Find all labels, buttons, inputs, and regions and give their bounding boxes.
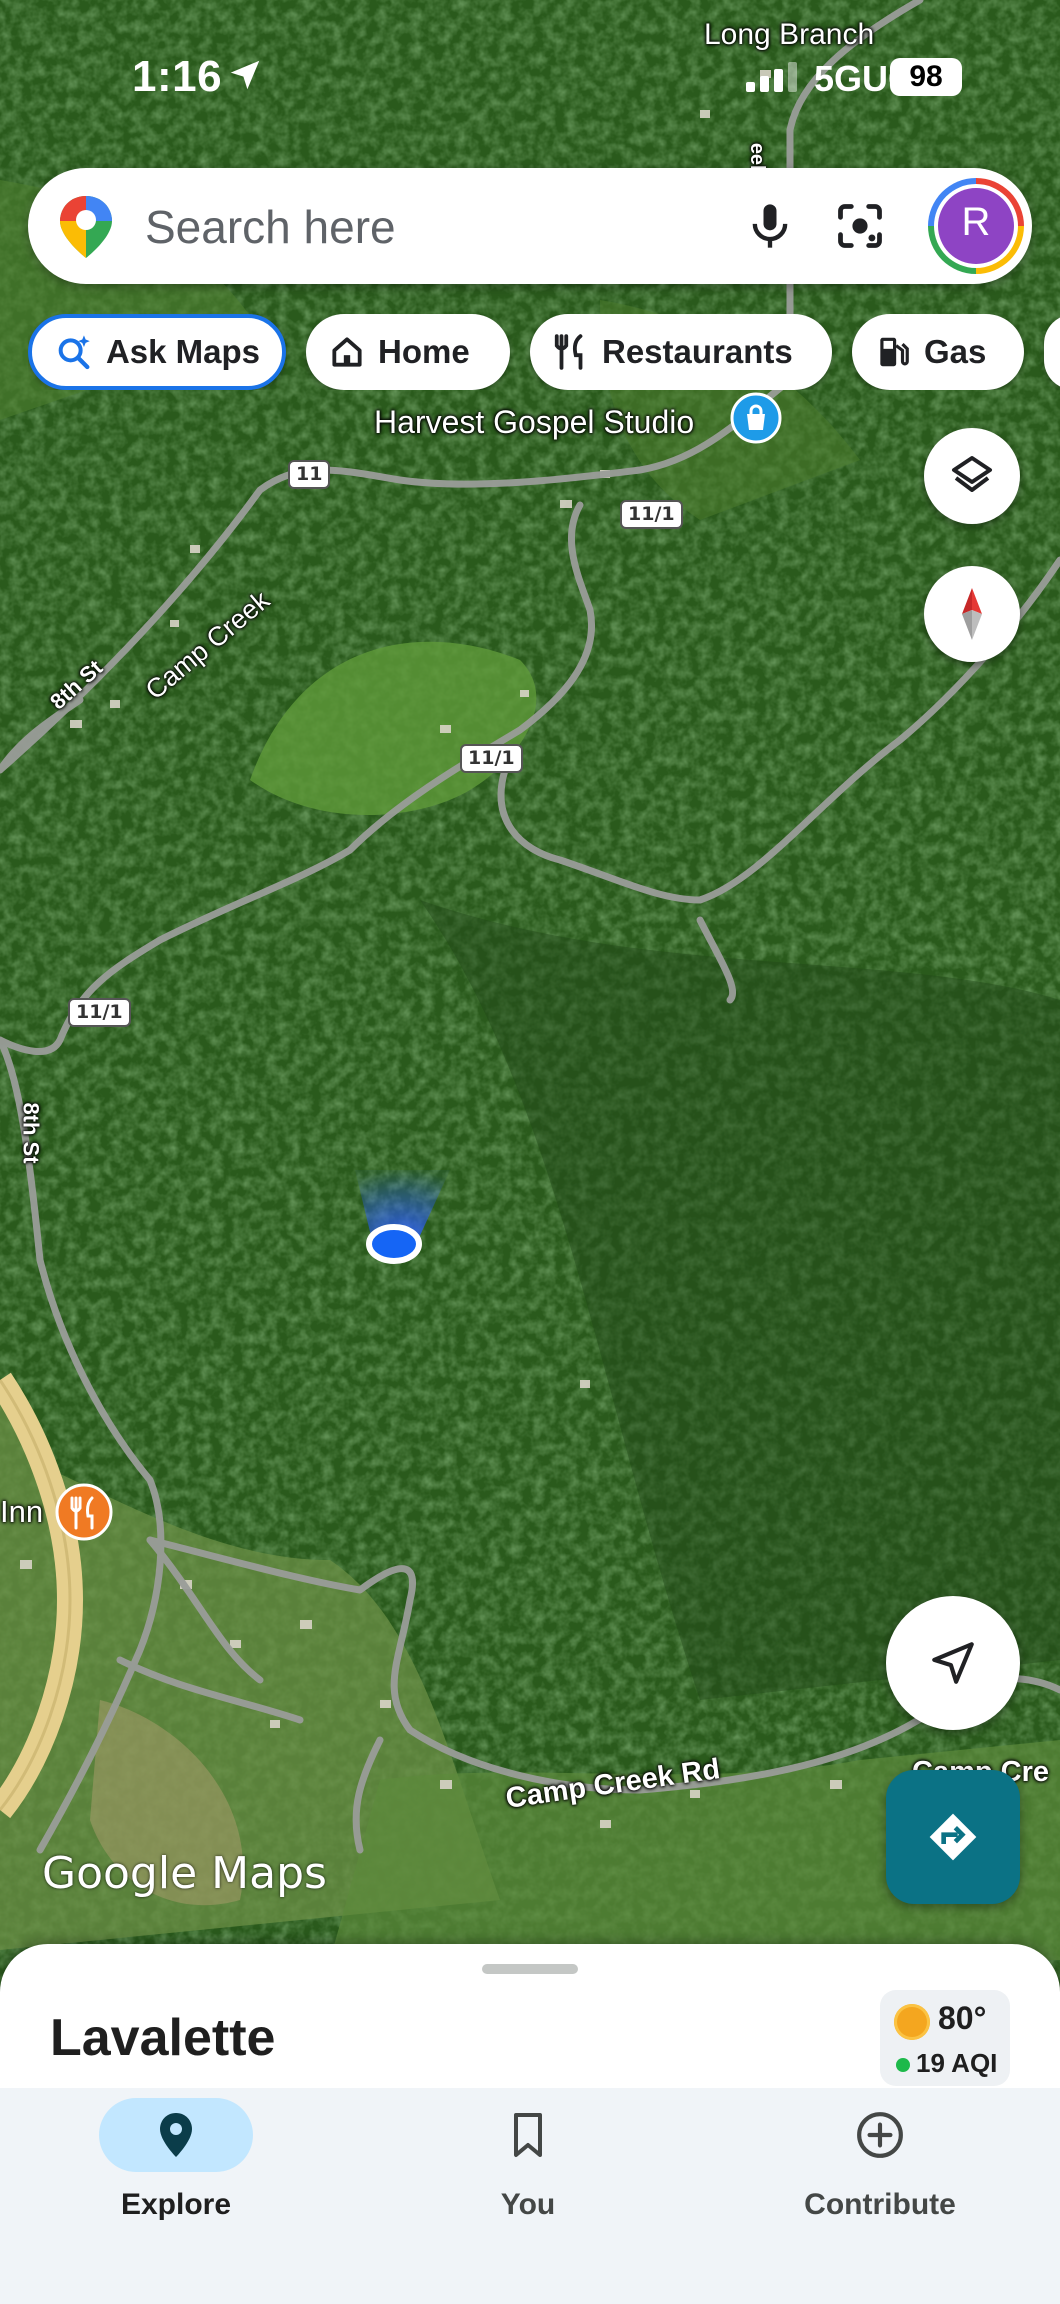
avatar-initial: R — [938, 188, 1014, 264]
chip-home[interactable]: Home — [306, 314, 510, 390]
home-icon — [332, 337, 362, 367]
cellular-signal-icon — [746, 62, 802, 97]
chip-restaurants[interactable]: Restaurants — [530, 314, 832, 390]
shopping-bag-pin-icon[interactable] — [730, 392, 782, 453]
search-bar[interactable]: Search here R — [28, 168, 1032, 284]
microphone-icon[interactable] — [744, 200, 796, 257]
bottom-navigation: Explore You Contribute — [0, 2088, 1060, 2304]
chip-label: Ask Maps — [105, 333, 260, 370]
google-lens-icon[interactable] — [834, 200, 886, 257]
battery-indicator: 98 — [890, 58, 962, 96]
directions-icon — [929, 1813, 977, 1861]
compass-icon — [962, 588, 982, 640]
nav-you[interactable]: You — [378, 2098, 678, 2222]
search-input[interactable]: Search here — [145, 200, 396, 254]
nav-explore[interactable]: Explore — [26, 2098, 326, 2222]
gas-pump-icon — [880, 337, 909, 367]
map-label-8th-st-left[interactable]: 8th St — [18, 1102, 44, 1163]
weather-temperature: 80° — [938, 2000, 987, 2036]
chip-label: Home — [378, 333, 470, 370]
compass-button[interactable] — [924, 566, 1020, 662]
chip-gas[interactable]: Gas — [852, 314, 1024, 390]
layers-button[interactable] — [924, 428, 1020, 524]
route-shield-11: 11 — [288, 460, 331, 489]
google-maps-pin-logo-icon — [56, 194, 116, 265]
nav-label: Contribute — [804, 2188, 956, 2221]
chip-ask-maps[interactable]: Ask Maps — [28, 314, 286, 390]
navigation-arrow-icon — [932, 1642, 974, 1684]
chip-label: Gas — [924, 333, 987, 370]
account-avatar[interactable]: R — [928, 178, 1024, 274]
map-label-inn[interactable]: Inn — [0, 1494, 43, 1530]
weather-card[interactable]: 80° 19 AQI — [880, 1990, 1010, 2086]
sun-icon — [894, 2004, 930, 2040]
add-circle-icon — [857, 2112, 903, 2158]
status-bar: 1:16 5GUC 98 — [0, 0, 1060, 150]
layers-icon — [952, 456, 992, 492]
chip-label: Restaurants — [602, 333, 793, 370]
aqi-status-dot — [896, 2058, 910, 2072]
nav-label: You — [500, 2188, 556, 2221]
status-time: 1:16 — [132, 52, 223, 101]
place-name: Lavalette — [50, 2009, 276, 2067]
category-chips: Ask Maps Home Restaurants Gas — [28, 314, 1060, 390]
nav-label: Explore — [120, 2188, 232, 2221]
bookmark-icon — [514, 2113, 542, 2157]
air-quality-index: 19 AQI — [916, 2048, 998, 2078]
current-location-dot — [366, 1224, 422, 1264]
chip-more[interactable] — [1044, 314, 1060, 390]
route-shield-11-1: 11/1 — [460, 744, 523, 773]
fork-knife-icon — [554, 334, 583, 370]
location-arrow-icon — [226, 56, 264, 99]
restaurant-pin-icon[interactable] — [54, 1482, 114, 1547]
nav-contribute[interactable]: Contribute — [730, 2098, 1030, 2222]
directions-button[interactable] — [886, 1770, 1020, 1904]
route-shield-11-1: 11/1 — [620, 500, 683, 529]
sheet-drag-handle[interactable] — [482, 1964, 578, 1974]
google-maps-watermark: Google Maps — [42, 1848, 327, 1899]
sparkle-search-icon — [58, 335, 90, 370]
my-location-button[interactable] — [886, 1596, 1020, 1730]
location-pin-icon — [160, 2113, 192, 2157]
route-shield-11-1: 11/1 — [68, 998, 131, 1027]
map-label-harvest-gospel-studio[interactable]: Harvest Gospel Studio — [374, 404, 694, 441]
